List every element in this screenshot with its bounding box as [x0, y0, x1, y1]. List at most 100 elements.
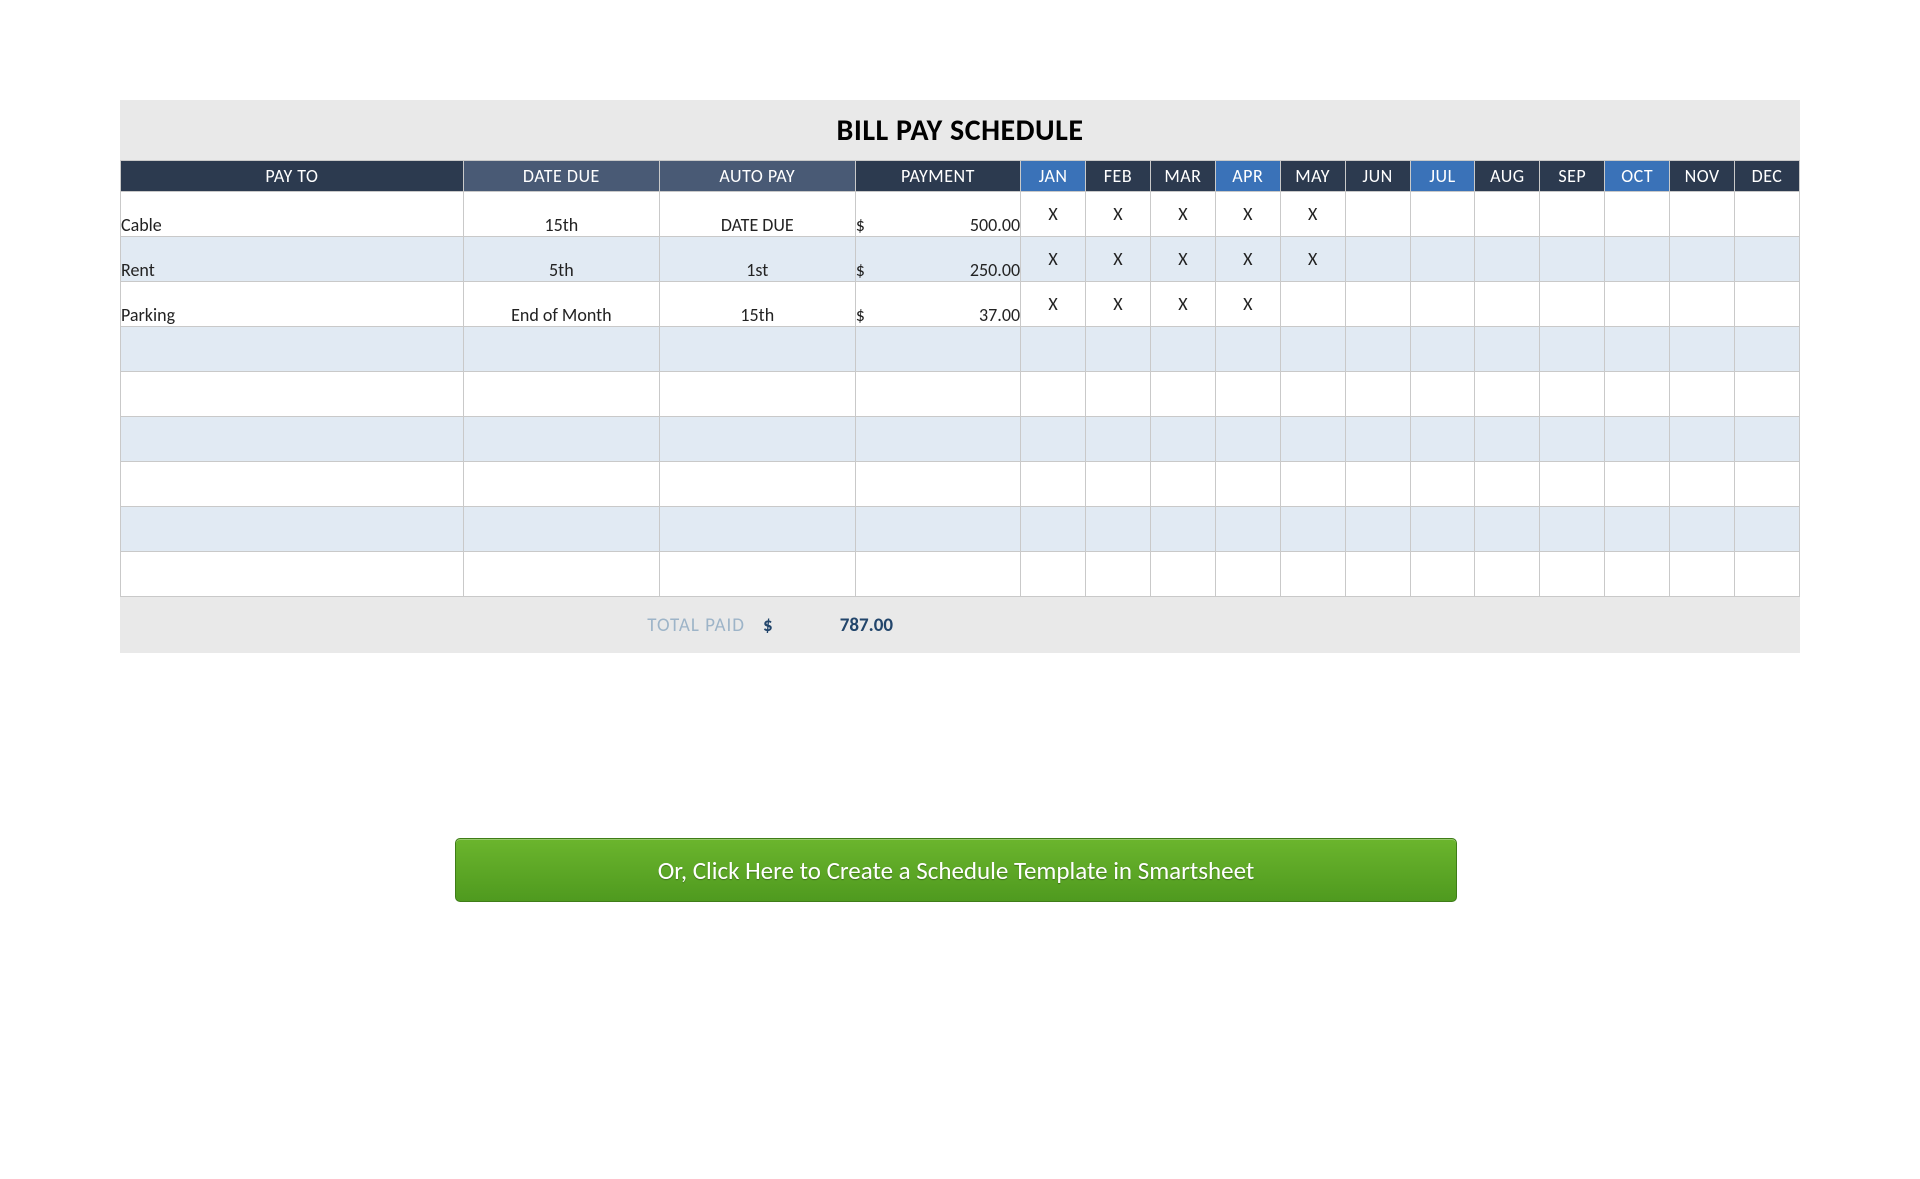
cell-auto-pay[interactable] [659, 462, 855, 507]
cell-payment[interactable] [855, 372, 1020, 417]
cell-month-mark[interactable] [1150, 417, 1215, 462]
cell-month-mark[interactable] [1735, 552, 1800, 597]
cell-payment[interactable] [855, 417, 1020, 462]
cell-month-mark[interactable] [1150, 462, 1215, 507]
cell-month-mark[interactable] [1280, 282, 1345, 327]
cell-month-mark[interactable] [1410, 282, 1475, 327]
cell-month-mark[interactable] [1280, 507, 1345, 552]
cell-month-mark[interactable]: X [1021, 192, 1086, 237]
cell-month-mark[interactable] [1605, 327, 1670, 372]
cell-month-mark[interactable] [1670, 507, 1735, 552]
cell-month-mark[interactable] [1540, 507, 1605, 552]
cell-date-due[interactable] [463, 372, 659, 417]
cell-month-mark[interactable] [1605, 192, 1670, 237]
cell-date-due[interactable] [463, 327, 659, 372]
cell-month-mark[interactable] [1735, 372, 1800, 417]
cell-month-mark[interactable] [1670, 237, 1735, 282]
cell-month-mark[interactable] [1735, 237, 1800, 282]
cell-month-mark[interactable] [1086, 507, 1151, 552]
cell-month-mark[interactable] [1475, 462, 1540, 507]
cell-month-mark[interactable]: X [1150, 282, 1215, 327]
cell-date-due[interactable] [463, 552, 659, 597]
cell-pay-to[interactable] [121, 372, 464, 417]
cell-month-mark[interactable] [1670, 372, 1735, 417]
cell-month-mark[interactable] [1410, 507, 1475, 552]
cell-auto-pay[interactable] [659, 507, 855, 552]
cell-date-due[interactable]: 5th [463, 237, 659, 282]
cell-date-due[interactable] [463, 462, 659, 507]
cell-month-mark[interactable] [1345, 552, 1410, 597]
cell-month-mark[interactable] [1280, 417, 1345, 462]
cell-month-mark[interactable] [1410, 237, 1475, 282]
cell-date-due[interactable]: End of Month [463, 282, 659, 327]
cell-month-mark[interactable] [1605, 237, 1670, 282]
cell-month-mark[interactable] [1215, 507, 1280, 552]
cell-month-mark[interactable]: X [1086, 237, 1151, 282]
cell-month-mark[interactable] [1345, 507, 1410, 552]
cell-month-mark[interactable] [1540, 417, 1605, 462]
cell-month-mark[interactable] [1345, 282, 1410, 327]
cell-month-mark[interactable] [1735, 417, 1800, 462]
cell-month-mark[interactable]: X [1280, 237, 1345, 282]
cell-month-mark[interactable] [1410, 372, 1475, 417]
cell-month-mark[interactable] [1086, 417, 1151, 462]
cell-month-mark[interactable] [1345, 237, 1410, 282]
cell-month-mark[interactable] [1150, 327, 1215, 372]
cell-month-mark[interactable] [1540, 327, 1605, 372]
cell-month-mark[interactable]: X [1086, 282, 1151, 327]
cell-month-mark[interactable] [1475, 417, 1540, 462]
cell-month-mark[interactable]: X [1215, 237, 1280, 282]
cell-month-mark[interactable]: X [1150, 192, 1215, 237]
cell-month-mark[interactable] [1086, 462, 1151, 507]
cell-month-mark[interactable] [1280, 327, 1345, 372]
cell-month-mark[interactable] [1150, 372, 1215, 417]
cell-month-mark[interactable] [1280, 372, 1345, 417]
cell-month-mark[interactable] [1605, 507, 1670, 552]
cell-month-mark[interactable] [1215, 372, 1280, 417]
cell-pay-to[interactable]: Parking [121, 282, 464, 327]
cell-month-mark[interactable] [1345, 192, 1410, 237]
cell-month-mark[interactable]: X [1150, 237, 1215, 282]
cell-month-mark[interactable] [1410, 417, 1475, 462]
cell-month-mark[interactable] [1215, 552, 1280, 597]
cell-month-mark[interactable] [1021, 552, 1086, 597]
cell-month-mark[interactable] [1410, 327, 1475, 372]
cell-month-mark[interactable] [1475, 327, 1540, 372]
cell-month-mark[interactable] [1670, 417, 1735, 462]
cell-month-mark[interactable] [1410, 462, 1475, 507]
cell-month-mark[interactable] [1345, 462, 1410, 507]
cell-month-mark[interactable] [1605, 372, 1670, 417]
cell-month-mark[interactable] [1735, 462, 1800, 507]
cell-month-mark[interactable] [1150, 507, 1215, 552]
cell-month-mark[interactable] [1021, 417, 1086, 462]
cell-month-mark[interactable] [1735, 327, 1800, 372]
cell-month-mark[interactable] [1086, 372, 1151, 417]
cell-month-mark[interactable] [1475, 237, 1540, 282]
cell-month-mark[interactable] [1150, 552, 1215, 597]
cell-date-due[interactable] [463, 507, 659, 552]
cell-month-mark[interactable]: X [1021, 282, 1086, 327]
cell-month-mark[interactable] [1345, 327, 1410, 372]
cell-pay-to[interactable]: Rent [121, 237, 464, 282]
cell-month-mark[interactable] [1410, 552, 1475, 597]
cell-month-mark[interactable] [1475, 282, 1540, 327]
cell-auto-pay[interactable] [659, 327, 855, 372]
cell-auto-pay[interactable] [659, 552, 855, 597]
cell-payment[interactable]: $250.00 [855, 237, 1020, 282]
cell-month-mark[interactable]: X [1280, 192, 1345, 237]
cell-month-mark[interactable] [1540, 192, 1605, 237]
cell-date-due[interactable] [463, 417, 659, 462]
cell-pay-to[interactable] [121, 462, 464, 507]
cell-auto-pay[interactable] [659, 372, 855, 417]
cell-auto-pay[interactable]: DATE DUE [659, 192, 855, 237]
cell-month-mark[interactable] [1475, 192, 1540, 237]
cell-month-mark[interactable] [1670, 192, 1735, 237]
cell-month-mark[interactable] [1410, 192, 1475, 237]
cell-month-mark[interactable] [1670, 462, 1735, 507]
cell-month-mark[interactable] [1215, 327, 1280, 372]
cell-month-mark[interactable] [1021, 462, 1086, 507]
cell-month-mark[interactable] [1475, 372, 1540, 417]
cell-month-mark[interactable] [1215, 417, 1280, 462]
cell-month-mark[interactable] [1021, 372, 1086, 417]
cell-month-mark[interactable] [1605, 462, 1670, 507]
